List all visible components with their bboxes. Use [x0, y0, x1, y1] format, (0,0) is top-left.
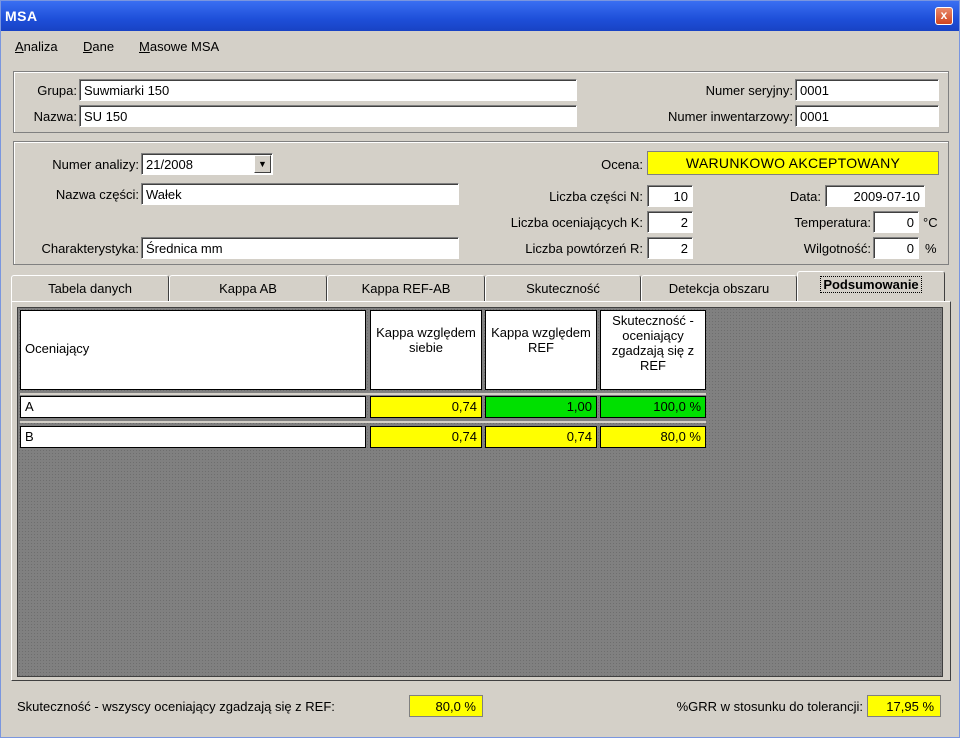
row-b-effectiveness[interactable]: 80,0 % — [600, 426, 706, 448]
row-separator — [20, 392, 706, 395]
temperature-unit: °C — [923, 215, 938, 230]
humidity-label: Wilgotność: — [803, 241, 871, 256]
row-a-effectiveness[interactable]: 100,0 % — [600, 396, 706, 418]
menu-bar: Analiza Dane Masowe MSA — [1, 33, 959, 57]
all-agree-value: 80,0 % — [409, 695, 483, 717]
characteristic-label: Charakterystyka: — [41, 241, 139, 256]
menu-dane[interactable]: Dane — [83, 39, 114, 54]
repeats-count-label: Liczba powtórzeń R: — [525, 241, 643, 256]
window-title: MSA — [5, 8, 38, 24]
humidity-unit: % — [925, 241, 937, 256]
row-a-kappa-self[interactable]: 0,74 — [370, 396, 482, 418]
msa-window: MSA x Analiza Dane Masowe MSA Grupa: Suw… — [0, 0, 960, 738]
status-bar: Skuteczność - wszyscy oceniający zgadzaj… — [11, 691, 951, 725]
analysis-number-select[interactable]: 21/2008 ▼ — [141, 153, 273, 175]
analysis-number-label: Numer analizy: — [52, 157, 139, 172]
tab-podsumowanie[interactable]: Podsumowanie — [797, 271, 945, 301]
temperature-field[interactable]: 0 — [873, 211, 919, 233]
header-kappa-self: Kappa względem siebie — [370, 310, 482, 390]
part-name-field[interactable]: Wałek — [141, 183, 459, 205]
tab-detekcja-obszaru[interactable]: Detekcja obszaru — [641, 275, 797, 301]
nazwa-field[interactable]: SU 150 — [79, 105, 577, 127]
characteristic-field[interactable]: Średnica mm — [141, 237, 459, 259]
row-separator — [20, 420, 706, 423]
row-b-kappa-ref[interactable]: 0,74 — [485, 426, 597, 448]
inventory-label: Numer inwentarzowy: — [668, 109, 793, 124]
part-name-label: Nazwa części: — [55, 187, 139, 202]
title-bar[interactable]: MSA x — [1, 1, 959, 31]
ocena-label: Ocena: — [601, 157, 643, 172]
serial-label: Numer seryjny: — [705, 83, 793, 98]
tab-kappa-ab[interactable]: Kappa AB — [169, 275, 327, 301]
row-a-kappa-ref[interactable]: 1,00 — [485, 396, 597, 418]
date-field[interactable]: 2009-07-10 — [825, 185, 925, 207]
header-kappa-ref: Kappa względem REF — [485, 310, 597, 390]
row-a-name[interactable]: A — [20, 396, 366, 418]
grupa-label: Grupa: — [37, 83, 77, 98]
tab-strip: Tabela danych Kappa AB Kappa REF-AB Skut… — [11, 271, 951, 301]
parts-count-field[interactable]: 10 — [647, 185, 693, 207]
appraisers-count-field[interactable]: 2 — [647, 211, 693, 233]
row-b-name[interactable]: B — [20, 426, 366, 448]
ocena-badge: WARUNKOWO AKCEPTOWANY — [647, 151, 939, 175]
temperature-label: Temperatura: — [794, 215, 871, 230]
tab-podsumowanie-label: Podsumowanie — [820, 276, 922, 293]
tab-skutecznosc[interactable]: Skuteczność — [485, 275, 641, 301]
analysis-number-value: 21/2008 — [146, 157, 193, 172]
row-b-kappa-self[interactable]: 0,74 — [370, 426, 482, 448]
chevron-down-icon[interactable]: ▼ — [254, 155, 271, 173]
repeats-count-field[interactable]: 2 — [647, 237, 693, 259]
header-effectiveness: Skuteczność - oceniający zgadzają się z … — [600, 310, 706, 390]
nazwa-label: Nazwa: — [33, 109, 77, 124]
close-button[interactable]: x — [935, 7, 953, 25]
tab-tabela-danych[interactable]: Tabela danych — [11, 275, 169, 301]
serial-field[interactable]: 0001 — [795, 79, 939, 101]
humidity-field[interactable]: 0 — [873, 237, 919, 259]
appraisers-count-label: Liczba oceniających K: — [510, 215, 643, 230]
tab-kappa-ref-ab[interactable]: Kappa REF-AB — [327, 275, 485, 301]
grr-value: 17,95 % — [867, 695, 941, 717]
menu-masowe-msa[interactable]: Masowe MSA — [139, 39, 219, 54]
grr-label: %GRR w stosunku do tolerancji: — [676, 699, 863, 714]
inventory-field[interactable]: 0001 — [795, 105, 939, 127]
close-icon: x — [940, 8, 948, 22]
header-oceniajacy: Oceniający — [20, 310, 366, 390]
date-label: Data: — [789, 189, 821, 204]
parts-count-label: Liczba części N: — [549, 189, 643, 204]
all-agree-label: Skuteczność - wszyscy oceniający zgadzaj… — [17, 699, 335, 714]
menu-analiza[interactable]: Analiza — [15, 39, 58, 54]
summary-grid: Oceniający Kappa względem siebie Kappa w… — [17, 307, 943, 677]
grupa-field[interactable]: Suwmiarki 150 — [79, 79, 577, 101]
